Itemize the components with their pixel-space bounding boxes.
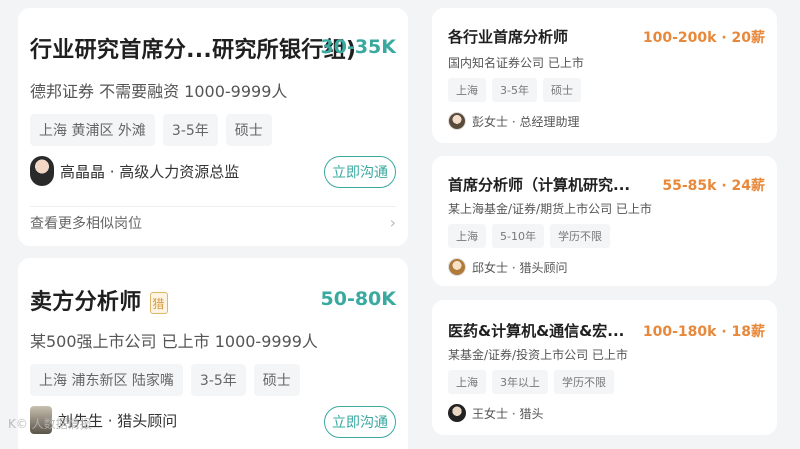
company-info: 德邦证券 不需要融资 1000-9999人 (30, 82, 288, 101)
job-salary: 50-80K (320, 288, 397, 310)
location-tag: 上海 黄浦区 外滩 (30, 114, 155, 146)
recruiter-info: 彭女士 · 总经理助理 (448, 112, 579, 130)
degree-tag: 学历不限 (554, 370, 614, 394)
left-panel: 行业研究首席分...研究所银行组) 30-35K 德邦证券 不需要融资 1000… (0, 0, 420, 449)
location-tag: 上海 (448, 78, 486, 102)
job-title-row: 卖方分析师猎 (30, 284, 168, 316)
job-title: 首席分析师（计算机研究... (448, 176, 631, 194)
recruiter-name: 王女士 · 猎头 (472, 406, 544, 421)
chat-now-button[interactable]: 立即沟通 (324, 406, 396, 438)
job-salary: 100-200k · 20薪 (642, 30, 765, 46)
experience-tag: 5-10年 (492, 224, 544, 248)
company-info: 国内知名证券公司 已上市 (448, 56, 584, 70)
job-title: 行业研究首席分...研究所银行组) (30, 38, 357, 63)
right-panel: 各行业首席分析师 100-200k · 20薪 国内知名证券公司 已上市 上海 … (420, 0, 800, 449)
watermark-logo: K© 人数据情报 (8, 417, 92, 431)
avatar (30, 156, 54, 186)
job-tags: 上海 黄浦区 外滩 3-5年 硕士 (30, 114, 272, 146)
job-tags: 上海 5-10年 学历不限 (448, 224, 610, 248)
avatar (448, 112, 466, 130)
experience-tag: 3年以上 (492, 370, 548, 394)
job-title: 各行业首席分析师 (448, 28, 569, 46)
company-info: 某500强上市公司 已上市 1000-9999人 (30, 332, 318, 351)
job-tags: 上海 3年以上 学历不限 (448, 370, 614, 394)
more-similar-jobs-link[interactable]: 查看更多相似岗位 › (30, 206, 396, 238)
recruiter-name: 高晶晶 · 高级人力资源总监 (60, 162, 240, 181)
degree-tag: 学历不限 (549, 224, 610, 248)
degree-tag: 硕士 (225, 114, 272, 146)
avatar (448, 258, 466, 276)
job-salary: 55-85k · 24薪 (662, 178, 765, 194)
recruiter-info: 高晶晶 · 高级人力资源总监 (30, 156, 239, 186)
more-similar-label: 查看更多相似岗位 (30, 215, 142, 232)
job-card[interactable]: 医药&计算机&通信&宏... 100-180k · 18薪 某基金/证券/投资上… (432, 300, 777, 435)
recruiter-name: 邱女士 · 猎头顾问 (472, 260, 568, 275)
chat-now-button[interactable]: 立即沟通 (324, 156, 396, 188)
location-tag: 上海 (448, 224, 486, 248)
experience-tag: 3-5年 (492, 78, 537, 102)
recruiter-info: 邱女士 · 猎头顾问 (448, 258, 567, 276)
job-tags: 上海 3-5年 硕士 (448, 78, 581, 102)
job-card[interactable]: 行业研究首席分...研究所银行组) 30-35K 德邦证券 不需要融资 1000… (18, 8, 408, 246)
recruiter-name: 彭女士 · 总经理助理 (472, 114, 580, 129)
recruiter-info: 王女士 · 猎头 (448, 404, 543, 422)
job-tags: 上海 浦东新区 陆家嘴 3-5年 硕士 (30, 364, 300, 396)
company-info: 某基金/证券/投资上市公司 已上市 (448, 348, 628, 362)
experience-tag: 3-5年 (190, 364, 246, 396)
job-title: 卖方分析师 (30, 290, 142, 315)
location-tag: 上海 (448, 370, 486, 394)
job-card[interactable]: 首席分析师（计算机研究... 55-85k · 24薪 某上海基金/证券/期货上… (432, 156, 777, 286)
experience-tag: 3-5年 (162, 114, 218, 146)
job-salary: 100-180k · 18薪 (642, 324, 765, 340)
chevron-right-icon: › (389, 213, 396, 232)
job-title: 医药&计算机&通信&宏... (448, 322, 625, 340)
job-salary: 30-35K (320, 36, 397, 58)
headhunter-badge: 猎 (149, 292, 168, 314)
company-info: 某上海基金/证券/期货上市公司 已上市 (448, 202, 652, 216)
degree-tag: 硕士 (253, 364, 300, 396)
job-card[interactable]: 各行业首席分析师 100-200k · 20薪 国内知名证券公司 已上市 上海 … (432, 8, 777, 143)
avatar (448, 404, 466, 422)
location-tag: 上海 浦东新区 陆家嘴 (30, 364, 183, 396)
degree-tag: 硕士 (542, 78, 581, 102)
